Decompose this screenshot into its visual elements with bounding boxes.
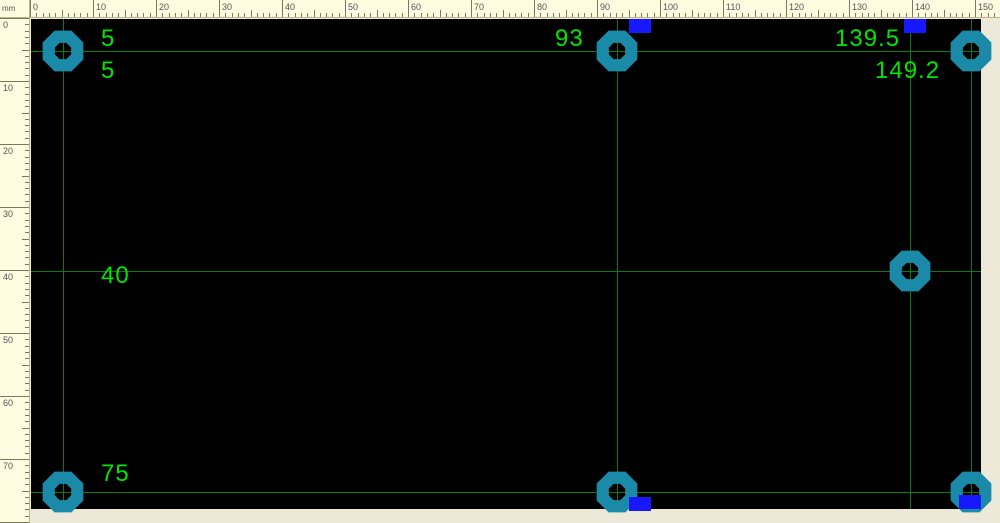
ruler-h-label: 150: [978, 2, 993, 12]
ruler-h-tick: [818, 10, 819, 18]
dimension-label: 75: [101, 460, 130, 488]
ruler-h-tick: 0: [30, 0, 31, 18]
selection-marker[interactable]: [629, 19, 651, 33]
ruler-v-label: 30: [3, 209, 13, 219]
mounting-hole-pad[interactable]: [595, 28, 639, 72]
ruler-v-tick: [22, 113, 30, 114]
ruler-v-tick: [22, 239, 30, 240]
ruler-v-tick: [22, 50, 30, 51]
pcb-editor-workspace: mm 0102030405060708090100110120130140150…: [0, 0, 1000, 523]
ruler-h-label: 30: [222, 2, 232, 12]
guide-line-horizontal[interactable]: [31, 492, 981, 493]
ruler-h-tick: 60: [408, 0, 409, 18]
ruler-h-tick: 10: [93, 0, 94, 18]
ruler-h-label: 100: [663, 2, 678, 12]
canvas-viewport[interactable]: 5 5 93 139.5 149.2 40 75: [30, 18, 1000, 523]
ruler-h-tick: [755, 10, 756, 18]
mounting-hole-pad[interactable]: [949, 28, 993, 72]
ruler-v-tick: [22, 365, 30, 366]
ruler-v-label: 20: [3, 146, 13, 156]
ruler-h-tick: [503, 10, 504, 18]
ruler-v-label: 60: [3, 398, 13, 408]
mounting-hole-pad[interactable]: [40, 469, 84, 513]
ruler-v-tick: [22, 491, 30, 492]
ruler-corner: mm: [0, 0, 30, 18]
selection-marker[interactable]: [629, 497, 651, 511]
selection-marker[interactable]: [959, 495, 981, 509]
ruler-v-tick: 10: [0, 81, 30, 82]
ruler-h-tick: [881, 10, 882, 18]
dimension-label: 40: [101, 262, 130, 290]
dimension-label: 5: [101, 25, 115, 53]
ruler-h-tick: 90: [597, 0, 598, 18]
ruler-unit-label: mm: [2, 4, 15, 13]
ruler-v-label: 40: [3, 272, 13, 282]
ruler-h-tick: 110: [723, 0, 724, 18]
ruler-h-label: 130: [852, 2, 867, 12]
ruler-v-tick: [22, 302, 30, 303]
ruler-v-tick: 70: [0, 459, 30, 460]
guide-line-horizontal[interactable]: [31, 271, 981, 272]
mounting-hole-pad[interactable]: [888, 249, 932, 293]
ruler-h-tick: 150: [975, 0, 976, 18]
ruler-h-tick: [188, 10, 189, 18]
ruler-h-tick: 20: [156, 0, 157, 18]
ruler-v-label: 10: [3, 83, 13, 93]
drawing-canvas[interactable]: 5 5 93 139.5 149.2 40 75: [31, 19, 981, 509]
ruler-h-tick: 80: [534, 0, 535, 18]
ruler-h-label: 80: [537, 2, 547, 12]
ruler-h-label: 70: [474, 2, 484, 12]
ruler-v-label: 70: [3, 461, 13, 471]
ruler-h-tick: 50: [345, 0, 346, 18]
ruler-h-tick: [377, 10, 378, 18]
ruler-h-tick: [440, 10, 441, 18]
mounting-hole-pad[interactable]: [40, 28, 84, 72]
ruler-v-tick: 20: [0, 144, 30, 145]
ruler-h-tick: [944, 10, 945, 18]
selection-marker[interactable]: [904, 19, 926, 33]
ruler-v-tick: 30: [0, 207, 30, 208]
ruler-h-label: 60: [411, 2, 421, 12]
ruler-v-tick: 50: [0, 333, 30, 334]
ruler-h-label: 120: [789, 2, 804, 12]
ruler-h-tick: 40: [282, 0, 283, 18]
dimension-label: 149.2: [875, 57, 940, 85]
guide-line-vertical[interactable]: [617, 19, 618, 509]
ruler-h-tick: [251, 10, 252, 18]
dimension-label: 5: [101, 57, 115, 85]
ruler-v-tick: 0: [0, 18, 30, 19]
ruler-h-label: 50: [348, 2, 358, 12]
ruler-h-tick: 130: [849, 0, 850, 18]
dimension-label: 93: [555, 25, 584, 53]
ruler-h-tick: [692, 10, 693, 18]
horizontal-ruler[interactable]: 0102030405060708090100110120130140150: [30, 0, 1000, 18]
ruler-v-tick: [22, 176, 30, 177]
ruler-h-label: 20: [159, 2, 169, 12]
ruler-h-tick: 70: [471, 0, 472, 18]
ruler-h-tick: 140: [912, 0, 913, 18]
guide-line-vertical[interactable]: [971, 19, 972, 509]
ruler-h-tick: [629, 10, 630, 18]
dimension-label: 139.5: [835, 25, 900, 53]
ruler-h-label: 40: [285, 2, 295, 12]
vertical-ruler[interactable]: 01020304050607080: [0, 18, 30, 523]
ruler-h-tick: 30: [219, 0, 220, 18]
ruler-h-label: 0: [33, 2, 38, 12]
ruler-h-label: 90: [600, 2, 610, 12]
ruler-h-label: 140: [915, 2, 930, 12]
ruler-h-tick: [62, 10, 63, 18]
ruler-v-tick: 60: [0, 396, 30, 397]
ruler-h-label: 10: [96, 2, 106, 12]
ruler-h-tick: [566, 10, 567, 18]
ruler-h-tick: 100: [660, 0, 661, 18]
ruler-v-label: 50: [3, 335, 13, 345]
ruler-v-tick: [22, 428, 30, 429]
ruler-v-tick: 40: [0, 270, 30, 271]
ruler-h-tick: [314, 10, 315, 18]
ruler-h-tick: 120: [786, 0, 787, 18]
ruler-v-label: 0: [3, 20, 8, 30]
ruler-h-tick: [125, 10, 126, 18]
ruler-h-label: 110: [726, 2, 740, 12]
guide-line-vertical[interactable]: [63, 19, 64, 509]
